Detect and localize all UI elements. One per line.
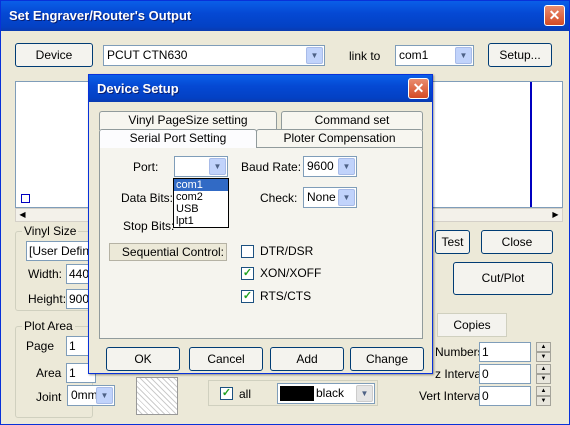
xon-xoff-checkbox[interactable]: ✓: [241, 267, 254, 280]
color-select[interactable]: black ▼: [277, 383, 375, 404]
chevron-down-icon[interactable]: ▼: [306, 47, 323, 64]
chevron-down-icon[interactable]: ▼: [455, 47, 472, 64]
all-checkbox[interactable]: ✓: [220, 387, 233, 400]
numbers-label: Numbers: [435, 345, 484, 359]
vert-interval-input[interactable]: 0: [479, 386, 531, 406]
link-to-label: link to: [349, 49, 381, 63]
tab-ploter-compensation[interactable]: Ploter Compensation: [256, 129, 423, 148]
dialog-titlebar: Device Setup ✕: [89, 75, 432, 102]
chevron-down-icon[interactable]: ▼: [209, 158, 226, 175]
sequential-control-label: Sequential Control:: [109, 243, 227, 261]
spin-down-icon[interactable]: ▼: [536, 396, 551, 406]
dtr-dsr-label: DTR/DSR: [260, 244, 314, 258]
page-label: Page: [26, 339, 55, 353]
dialog-title: Device Setup: [97, 81, 179, 96]
device-setup-dialog: Device Setup ✕ Vinyl PageSize setting Co…: [88, 74, 433, 374]
check-value: None: [307, 190, 336, 204]
joint-label: Joint: [36, 390, 62, 404]
cut-plot-button[interactable]: Cut/Plot: [453, 262, 553, 295]
width-label: Width:: [28, 267, 63, 281]
device-select[interactable]: PCUT CTN630 ▼: [103, 45, 325, 66]
check-select[interactable]: None ▼: [303, 187, 357, 208]
port-option[interactable]: USB: [174, 203, 228, 215]
port-option[interactable]: com1: [174, 179, 228, 191]
chevron-down-icon[interactable]: ▼: [338, 158, 355, 175]
close-icon[interactable]: ✕: [544, 5, 565, 26]
scroll-left-icon[interactable]: ◀: [16, 209, 29, 221]
main-titlebar: Set Engraver/Router's Output ✕: [1, 1, 569, 31]
spin-down-icon[interactable]: ▼: [536, 352, 551, 362]
port-label: Port:: [133, 160, 159, 174]
pattern-swatch: [136, 377, 178, 415]
joint-select-value: 0mm: [71, 388, 98, 402]
vinyl-size-group: Vinyl Size [User Define Width: 440 Heigh…: [15, 224, 96, 311]
baud-rate-label: Baud Rate:: [241, 160, 302, 174]
canvas-boundary-line: [530, 82, 532, 207]
spin-up-icon[interactable]: ▲: [536, 364, 551, 374]
vert-interval-spinner[interactable]: ▲ ▼: [536, 386, 551, 406]
change-button[interactable]: Change: [350, 347, 424, 371]
check-label: Check:: [260, 191, 298, 205]
z-interval-spinner[interactable]: ▲ ▼: [536, 364, 551, 384]
tab-serial-port-setting[interactable]: Serial Port Setting: [99, 129, 257, 148]
tab-command-set[interactable]: Command set: [281, 111, 423, 130]
baud-rate-select[interactable]: 9600 ▼: [303, 156, 357, 177]
device-select-value: PCUT CTN630: [107, 48, 188, 62]
color-value: black: [316, 386, 345, 400]
numbers-input[interactable]: 1: [479, 342, 531, 362]
color-swatch: [280, 386, 314, 401]
color-row: ✓ all black ▼: [208, 380, 378, 406]
link-select[interactable]: com1 ▼: [395, 45, 474, 66]
cancel-button[interactable]: Cancel: [189, 347, 263, 371]
rts-cts-label: RTS/CTS: [260, 289, 312, 303]
ok-button[interactable]: OK: [106, 347, 180, 371]
add-button[interactable]: Add: [270, 347, 344, 371]
z-interval-input[interactable]: 0: [479, 364, 531, 384]
numbers-spinner[interactable]: ▲ ▼: [536, 342, 551, 362]
spin-up-icon[interactable]: ▲: [536, 386, 551, 396]
close-button[interactable]: Close: [481, 230, 553, 254]
origin-marker: [21, 194, 30, 203]
baud-rate-value: 9600: [307, 159, 334, 173]
vinyl-type-field[interactable]: [User Define: [26, 241, 96, 261]
port-select[interactable]: ▼: [174, 156, 228, 177]
main-title: Set Engraver/Router's Output: [9, 8, 192, 23]
joint-select[interactable]: 0mm ▼: [67, 385, 115, 406]
vert-interval-label: Vert Interval: [419, 389, 484, 403]
data-bits-label: Data Bits:: [121, 191, 174, 205]
device-button[interactable]: Device: [15, 43, 93, 67]
setup-button[interactable]: Setup...: [488, 43, 552, 67]
stop-bits-label: Stop Bits:: [123, 219, 175, 233]
z-interval-label: z Interval: [435, 367, 484, 381]
chevron-down-icon[interactable]: ▼: [338, 189, 355, 206]
port-option[interactable]: com2: [174, 191, 228, 203]
serial-port-panel: Port: ▼ Baud Rate: 9600 ▼ Data Bits: Che…: [99, 147, 423, 339]
link-select-value: com1: [399, 48, 429, 62]
tab-vinyl-pagesize[interactable]: Vinyl PageSize setting: [99, 111, 277, 130]
scroll-right-icon[interactable]: ▶: [549, 209, 562, 221]
plot-area-group: Plot Area Page 1 Area 1 Joint 0mm ▼: [15, 319, 115, 418]
spin-down-icon[interactable]: ▼: [536, 374, 551, 384]
xon-xoff-label: XON/XOFF: [260, 266, 322, 280]
spin-up-icon[interactable]: ▲: [536, 342, 551, 352]
copies-button[interactable]: Copies: [437, 313, 507, 337]
height-label: Height:: [28, 292, 67, 306]
vinyl-size-label: Vinyl Size: [22, 224, 79, 238]
port-option[interactable]: lpt1: [174, 215, 228, 227]
area-label: Area: [36, 366, 62, 380]
rts-cts-checkbox[interactable]: ✓: [241, 290, 254, 303]
chevron-down-icon[interactable]: ▼: [96, 387, 113, 404]
port-dropdown-list: com1 com2 USB lpt1: [173, 178, 229, 228]
all-label: all: [239, 387, 252, 401]
plot-area-label: Plot Area: [22, 319, 75, 333]
test-button[interactable]: Test: [435, 230, 470, 254]
chevron-down-icon[interactable]: ▼: [356, 385, 373, 402]
dtr-dsr-checkbox[interactable]: [241, 245, 254, 258]
close-icon[interactable]: ✕: [408, 78, 429, 99]
